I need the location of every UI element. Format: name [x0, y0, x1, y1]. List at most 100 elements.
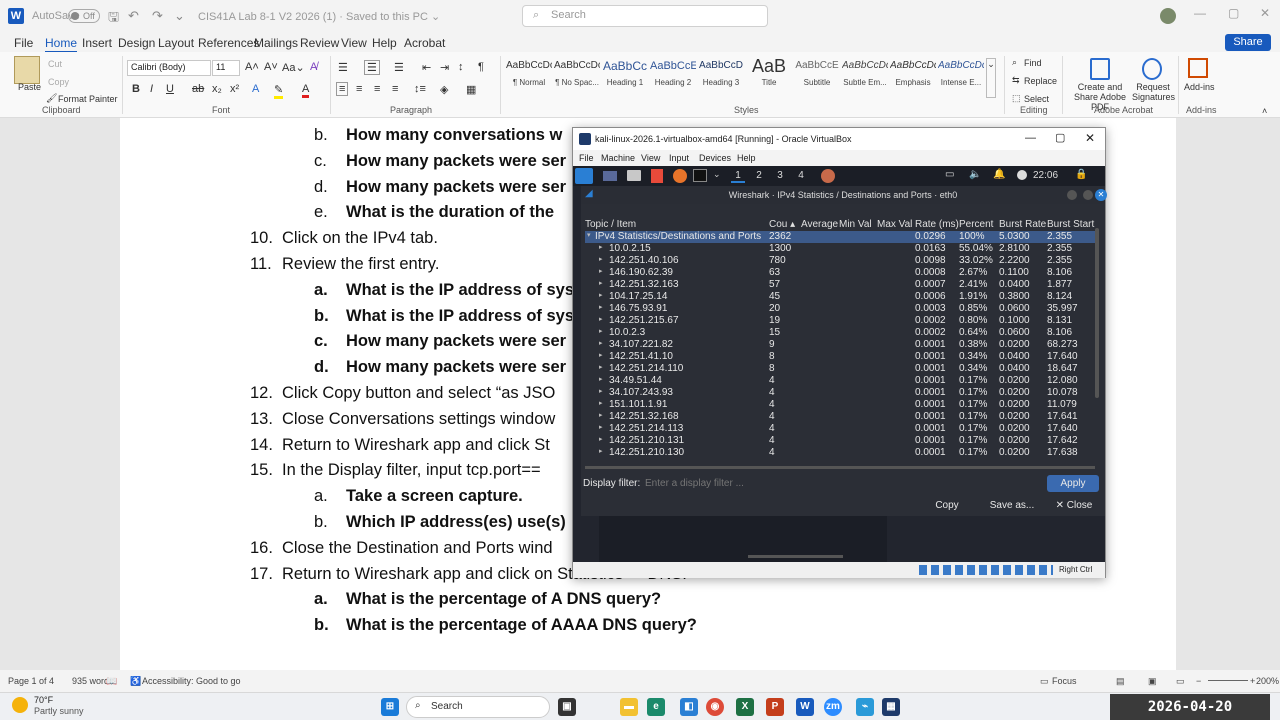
save-icon[interactable]: 🖫 [108, 8, 119, 30]
find-icon[interactable]: ⌕ [1012, 57, 1017, 68]
style-4[interactable]: AaBbCcD Heading 3 [698, 58, 744, 87]
workspace-4[interactable]: 4 [794, 170, 808, 181]
minimize-icon[interactable]: — [1194, 6, 1206, 20]
select-button[interactable]: Select [1024, 94, 1049, 104]
proofing-icon[interactable]: 📖 [106, 676, 117, 687]
expand-right-icon[interactable]: ▸ [599, 363, 603, 371]
underline-icon[interactable]: U [166, 83, 174, 95]
show-marks-icon[interactable]: ¶ [478, 61, 484, 73]
table-row[interactable]: ▾ IPv4 Statistics/Destinations and Ports 2… [585, 231, 1095, 243]
style-5[interactable]: AaB Title [746, 58, 792, 87]
tab-insert[interactable]: Insert [82, 36, 112, 50]
table-row[interactable]: ▸ 34.49.51.44 4 0.0001 0.17% 0.0200 12.080 [585, 375, 1095, 387]
expand-right-icon[interactable]: ▸ [599, 411, 603, 419]
align-right-icon[interactable]: ≡ [374, 83, 380, 95]
vbox-menu-file[interactable]: File [579, 153, 594, 163]
tab-references[interactable]: References [198, 36, 259, 50]
expand-right-icon[interactable]: ▸ [599, 435, 603, 443]
replace-icon[interactable]: ⇆ [1012, 75, 1020, 86]
style-8[interactable]: AaBbCcDc Emphasis [890, 58, 936, 87]
taskbar-clock[interactable]: 2026-04-20 19:06:06 [1110, 694, 1270, 720]
column-header[interactable]: Min Val [839, 219, 872, 230]
tab-layout[interactable]: Layout [158, 36, 194, 50]
style-9[interactable]: AaBbCcDc Intense E... [938, 58, 984, 87]
terminal-icon[interactable] [693, 169, 707, 182]
expand-right-icon[interactable]: ▸ [599, 339, 603, 347]
page-count[interactable]: Page 1 of 4 [8, 676, 54, 686]
subscript-icon[interactable]: x₂ [212, 83, 222, 95]
table-row[interactable]: ▸ 142.251.210.131 4 0.0001 0.17% 0.0200 17.642 [585, 435, 1095, 447]
paste-icon[interactable] [14, 56, 40, 84]
shading-icon[interactable]: ◈ [440, 83, 448, 96]
vbox-menu-view[interactable]: View [641, 153, 660, 163]
expand-right-icon[interactable]: ▸ [599, 291, 603, 299]
multilevel-list-icon[interactable]: ☰ [394, 61, 404, 74]
table-row[interactable]: ▸ 10.0.2.3 15 0.0002 0.64% 0.0600 8.106 [585, 327, 1095, 339]
superscript-icon[interactable]: x² [230, 83, 239, 95]
virtualbox-window[interactable]: kali-linux-2026.1-virtualbox-amd64 [Runn… [572, 127, 1107, 578]
table-row[interactable]: ▸ 142.251.40.106 780 0.0098 33.02% 2.2200 2.35… [585, 255, 1095, 267]
table-row[interactable]: ▸ 146.75.93.91 20 0.0003 0.85% 0.0600 35.997 [585, 303, 1095, 315]
tab-design[interactable]: Design [118, 36, 155, 50]
request-signatures-button[interactable]: Request Signatures [1132, 82, 1175, 102]
column-header[interactable]: Burst Start [1047, 219, 1094, 230]
volume-icon[interactable]: 🔈 [969, 169, 981, 180]
vbox-menu-input[interactable]: Input [669, 153, 689, 163]
search-box[interactable]: ⌕ Search [522, 5, 768, 27]
display-icon[interactable]: ▭ [945, 169, 954, 180]
workspace-3[interactable]: 3 [773, 170, 787, 181]
expand-right-icon[interactable]: ▸ [599, 375, 603, 383]
print-layout-icon[interactable]: ▣ [1148, 676, 1157, 687]
weather-icon[interactable] [12, 697, 28, 713]
zoom-icon[interactable]: zm [824, 698, 842, 716]
save-as-button[interactable]: Save as... [981, 497, 1043, 514]
expand-right-icon[interactable]: ▸ [599, 447, 603, 455]
zoom-level[interactable]: 200% [1256, 676, 1279, 686]
tab-view[interactable]: View [341, 36, 367, 50]
wireshark-task-icon[interactable] [821, 169, 835, 183]
taskbar-app2-icon[interactable]: ⌁ [856, 698, 874, 716]
column-header[interactable]: Max Val [877, 219, 912, 230]
numbering-icon[interactable]: ☰ [364, 60, 380, 75]
highlight-icon[interactable]: ✎ [274, 83, 284, 99]
styles-scroll-icon[interactable]: ⌄ [986, 58, 996, 98]
expand-right-icon[interactable]: ▸ [599, 423, 603, 431]
workspace-2[interactable]: 2 [752, 170, 766, 181]
task-view-icon[interactable]: ▣ [558, 698, 576, 716]
table-row[interactable]: ▸ 34.107.243.93 4 0.0001 0.17% 0.0200 10.078 [585, 387, 1095, 399]
expand-down-icon[interactable]: ▾ [587, 231, 591, 239]
taskbar-search[interactable]: ⌕ Search [406, 696, 550, 718]
power-icon[interactable] [1017, 170, 1027, 180]
addins-icon[interactable] [1188, 58, 1208, 78]
tab-mailings[interactable]: Mailings [254, 36, 298, 50]
zoom-out-icon[interactable]: − [1196, 676, 1201, 686]
table-row[interactable]: ▸ 142.251.41.10 8 0.0001 0.34% 0.0400 17.640 [585, 351, 1095, 363]
table-row[interactable]: ▸ 142.251.210.130 4 0.0001 0.17% 0.0200 17.638 [585, 447, 1095, 459]
create-pdf-icon[interactable] [1090, 58, 1110, 80]
close-button[interactable]: ✕ Close [1049, 497, 1099, 514]
accessibility-status[interactable]: Accessibility: Good to go [142, 676, 241, 686]
align-center-icon[interactable]: ≡ [356, 83, 362, 95]
dialog-close-icon[interactable]: ✕ [1095, 189, 1107, 201]
tab-file[interactable]: File [14, 36, 33, 50]
style-3[interactable]: AaBbCcE Heading 2 [650, 58, 696, 87]
tab-review[interactable]: Review [300, 36, 339, 50]
expand-right-icon[interactable]: ▸ [599, 387, 603, 395]
style-1[interactable]: AaBbCcDc ¶ No Spac... [554, 58, 600, 87]
vbox-maximize-icon[interactable]: ▢ [1055, 131, 1065, 144]
font-name-select[interactable]: Calibri (Body) [127, 60, 211, 76]
vbox-menu-help[interactable]: Help [737, 153, 756, 163]
notification-icon[interactable]: 🔔 [993, 169, 1005, 180]
bold-icon[interactable]: B [132, 83, 140, 95]
style-7[interactable]: AaBbCcDc Subtle Em... [842, 58, 888, 87]
document-title[interactable]: CIS41A Lab 8-1 V2 2026 (1) · Saved to th… [198, 10, 440, 23]
cut-button[interactable]: Cut [48, 59, 62, 69]
decrease-indent-icon[interactable]: ⇤ [422, 61, 431, 74]
addins-button[interactable]: Add-ins [1184, 82, 1215, 92]
excel-icon[interactable]: X [736, 698, 754, 716]
column-header[interactable]: Burst Rate [999, 219, 1046, 230]
share-button[interactable]: Share [1225, 34, 1271, 51]
increase-indent-icon[interactable]: ⇥ [440, 61, 449, 74]
clear-formatting-icon[interactable]: A̸ [310, 61, 317, 73]
kali-screen[interactable]: ⌄ 1234 ▭ 🔈 🔔 22:06 🔒 Wireshark · IPv4 St… [573, 166, 1107, 562]
